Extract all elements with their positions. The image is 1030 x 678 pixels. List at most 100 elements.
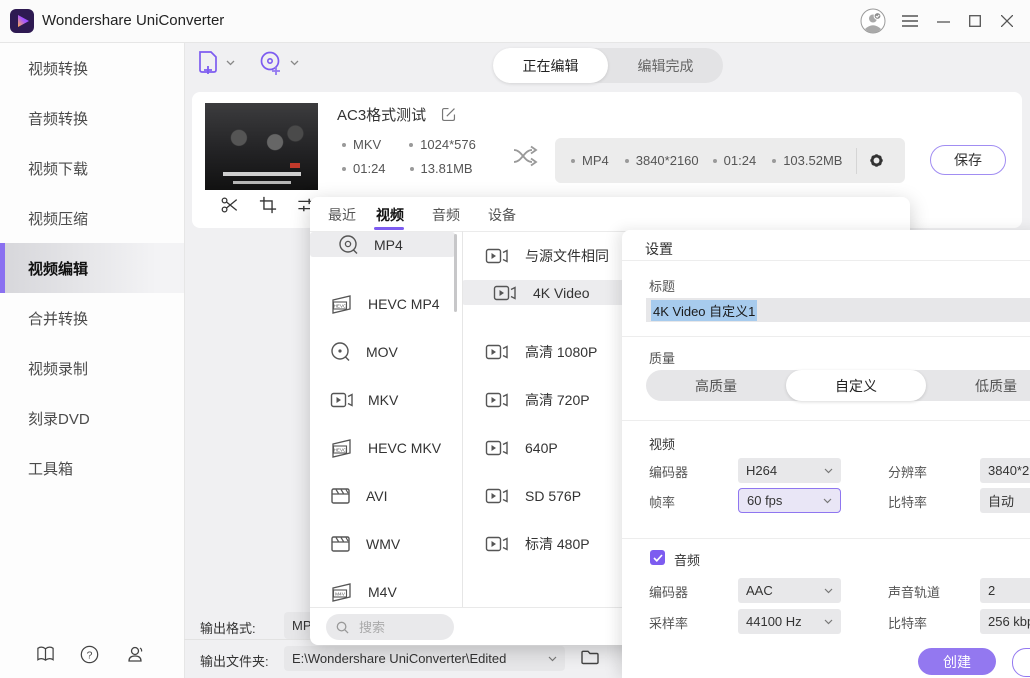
video-camera-icon [485, 246, 509, 266]
video-resolution-value: 3840*2160 [988, 463, 1030, 478]
partial-cancel-button[interactable] [1012, 648, 1030, 677]
output-folder-select[interactable]: E:\Wondershare UniConverter\Edited [284, 646, 565, 671]
save-button[interactable]: 保存 [930, 145, 1006, 175]
format-item-wmv[interactable]: WMV [310, 520, 455, 568]
title-input-value: 4K Video 自定义1 [651, 300, 757, 321]
framerate-select[interactable]: 60 fps [738, 488, 841, 513]
svg-text:HEVC: HEVC [334, 304, 347, 309]
convert-arrow-icon [512, 144, 542, 168]
sidebar-item-merge-convert[interactable]: 合并转换 [0, 293, 184, 343]
contact-icon[interactable] [124, 645, 144, 663]
audio-bitrate-select[interactable]: 256 kbps [980, 609, 1030, 634]
audio-channels-value: 2 [988, 583, 995, 598]
rename-edit-icon[interactable] [440, 106, 457, 123]
quality-option-low[interactable]: 低质量 [926, 370, 1030, 401]
format-item-avi[interactable]: AVI [310, 472, 455, 520]
divider [622, 420, 1030, 421]
clapperboard-icon [330, 486, 352, 506]
video-bitrate-select[interactable]: 自动 [980, 488, 1030, 513]
quality-option-custom[interactable]: 自定义 [786, 370, 926, 401]
format-item-hevc-mkv[interactable]: HEVC HEVC MKV [310, 424, 455, 472]
quality-option-high[interactable]: 高质量 [646, 370, 786, 401]
format-item-mkv[interactable]: MKV [310, 376, 455, 424]
title-input[interactable]: 4K Video 自定义1 [646, 298, 1030, 322]
audio-channels-select[interactable]: 2 [980, 578, 1030, 603]
tab-audio[interactable]: 音频 [432, 205, 460, 225]
cut-scissors-icon[interactable] [220, 196, 239, 214]
framerate-value: 60 fps [747, 493, 782, 508]
video-resolution-select[interactable]: 3840*2160 [980, 458, 1030, 483]
sidebar-item-screen-record[interactable]: 视频录制 [0, 343, 184, 393]
tab-recent[interactable]: 最近 [328, 205, 356, 225]
output-info-box: MP4 3840*2160 01:24 103.52MB [555, 138, 905, 183]
chevron-down-icon [824, 588, 833, 594]
video-thumbnail [205, 103, 318, 190]
settings-header: 设置 [645, 239, 673, 259]
chevron-down-icon [824, 619, 833, 625]
folder-icon[interactable] [580, 648, 600, 666]
add-device-button[interactable] [258, 50, 299, 76]
help-icon[interactable]: ? [80, 645, 99, 664]
check-icon [653, 554, 663, 562]
sidebar-item-burn-dvd[interactable]: 刻录DVD [0, 393, 184, 443]
sidebar-footer: ? [36, 645, 144, 664]
format-item-m4v[interactable]: M4V M4V [310, 568, 455, 607]
audio-encoder-label: 编码器 [649, 582, 688, 601]
gear-icon[interactable] [867, 151, 886, 170]
search-input[interactable] [357, 619, 441, 636]
samplerate-label: 采样率 [649, 613, 688, 632]
video-bitrate-label: 比特率 [888, 492, 927, 511]
app-title: Wondershare UniConverter [42, 12, 224, 29]
search-box[interactable] [326, 614, 454, 640]
sidebar-item-video-convert[interactable]: 视频转换 [0, 43, 184, 93]
format-item-hevc-mp4[interactable]: HEVC HEVC MP4 [310, 280, 455, 328]
divider [622, 538, 1030, 539]
hevc-icon: HEVC [330, 437, 354, 459]
audio-section-label: 音频 [674, 550, 700, 569]
account-avatar-icon[interactable] [860, 8, 886, 34]
crop-icon[interactable] [259, 196, 277, 214]
video-section-label: 视频 [649, 434, 675, 453]
audio-checkbox[interactable] [650, 550, 665, 565]
menu-icon[interactable] [901, 12, 919, 30]
tab-edit-done[interactable]: 编辑完成 [608, 48, 723, 83]
svg-text:?: ? [87, 650, 93, 661]
close-icon[interactable] [998, 12, 1016, 30]
sidebar-item-audio-convert[interactable]: 音频转换 [0, 93, 184, 143]
format-item-mov[interactable]: MOV [310, 328, 455, 376]
source-size: 13.81MB [421, 161, 473, 176]
source-resolution: 1024*576 [420, 137, 476, 152]
tab-editing[interactable]: 正在编辑 [493, 48, 608, 83]
source-info-row1: MKV 1024*576 [342, 137, 476, 152]
add-file-button[interactable] [196, 50, 235, 76]
manual-book-icon[interactable] [36, 645, 55, 663]
video-resolution-label: 分辨率 [888, 462, 927, 481]
audio-encoder-select[interactable]: AAC [738, 578, 841, 603]
output-format-label: 输出格式: [200, 618, 256, 637]
video-camera-icon [493, 283, 517, 303]
output-resolution: 3840*2160 [636, 153, 699, 168]
video-camera-icon [485, 438, 509, 458]
tab-video[interactable]: 视频 [376, 205, 404, 225]
create-button[interactable]: 创建 [918, 648, 996, 675]
minimize-icon[interactable] [934, 12, 952, 30]
source-info-row2: 01:24 13.81MB [342, 161, 473, 176]
chevron-down-icon [824, 468, 833, 474]
tab-device[interactable]: 设备 [488, 205, 516, 225]
search-icon [336, 621, 349, 634]
sidebar-item-video-edit[interactable]: 视频编辑 [0, 243, 184, 293]
sidebar-item-toolbox[interactable]: 工具箱 [0, 443, 184, 493]
scrollbar-thumb[interactable] [454, 234, 457, 312]
title-field-label: 标题 [649, 276, 675, 295]
audio-encoder-value: AAC [746, 583, 773, 598]
video-camera-icon [485, 342, 509, 362]
sidebar-item-video-download[interactable]: 视频下载 [0, 143, 184, 193]
maximize-icon[interactable] [966, 12, 984, 30]
samplerate-select[interactable]: 44100 Hz [738, 609, 841, 634]
video-encoder-select[interactable]: H264 [738, 458, 841, 483]
format-item-mp4[interactable]: MP4 [310, 232, 455, 257]
chevron-down-icon [823, 498, 832, 504]
uniconverter-window: Wondershare UniConverter 视频转换 音频转换 视频下载 … [0, 0, 1030, 678]
sidebar-item-video-compress[interactable]: 视频压缩 [0, 193, 184, 243]
chevron-down-icon [548, 656, 557, 662]
